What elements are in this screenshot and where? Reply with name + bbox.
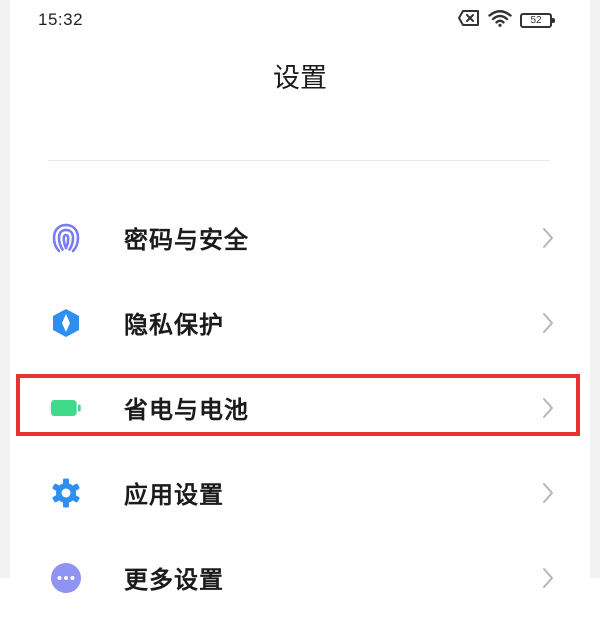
battery-icon: 52 xyxy=(520,12,555,28)
page-title: 设置 xyxy=(273,63,327,94)
menu-item-label: 省电与电池 xyxy=(124,396,249,424)
menu-item-label: 应用设置 xyxy=(124,481,224,509)
gear-icon xyxy=(50,477,82,509)
menu-item-app-settings[interactable]: 应用设置 xyxy=(0,450,600,535)
menu-item-password-security[interactable]: 密码与安全 xyxy=(0,195,600,280)
battery-icon xyxy=(50,392,82,424)
sim-card-x-icon xyxy=(458,9,480,31)
chevron-right-icon xyxy=(540,311,556,335)
wifi-icon xyxy=(488,9,512,32)
chevron-right-icon xyxy=(540,396,556,420)
menu-item-label: 密码与安全 xyxy=(124,226,249,254)
status-bar: 15:32 52 xyxy=(38,8,555,32)
menu-item-privacy[interactable]: 隐私保护 xyxy=(0,280,600,365)
menu-item-label: 隐私保护 xyxy=(124,311,224,339)
header-divider xyxy=(48,160,550,161)
status-time: 15:32 xyxy=(38,10,84,29)
menu-item-battery[interactable]: 省电与电池 xyxy=(0,365,600,450)
status-icons: 52 xyxy=(458,9,555,32)
chevron-right-icon xyxy=(540,226,556,250)
fingerprint-icon xyxy=(50,222,82,254)
battery-level: 52 xyxy=(530,14,542,26)
chevron-right-icon xyxy=(540,481,556,505)
privacy-shield-icon xyxy=(50,307,82,339)
settings-list: 密码与安全 隐私保护 省电与电池 应用设置 更多设置 xyxy=(0,195,600,620)
